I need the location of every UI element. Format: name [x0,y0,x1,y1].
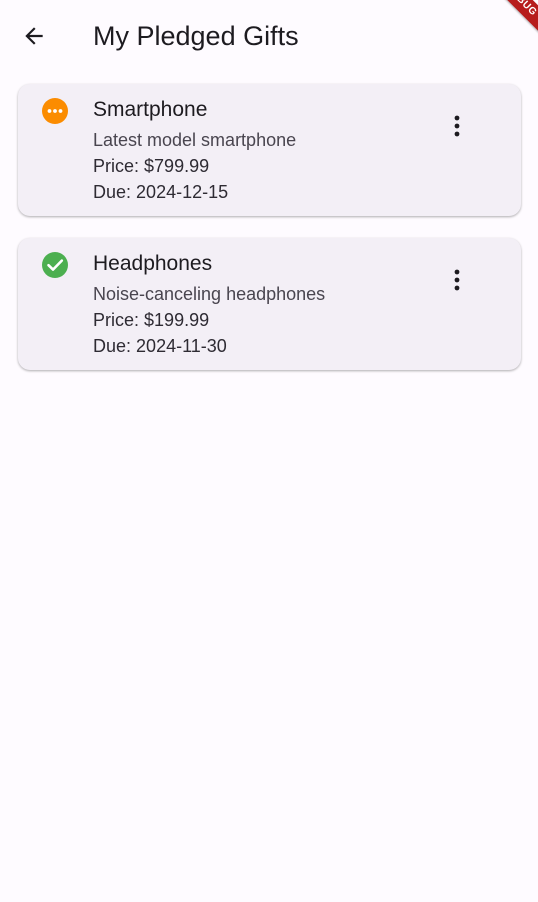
gift-due-value: 2024-11-30 [136,336,227,356]
page-title: My Pledged Gifts [93,21,299,51]
arrow-back-icon [25,27,43,45]
gift-name: Headphones [93,252,213,275]
gift-due-label: Due: [93,182,132,202]
pending-icon [42,98,68,124]
app-bar: My Pledged Gifts [0,0,538,72]
gift-description: Noise-canceling headphones [93,284,326,304]
gift-due-value: 2024-12-15 [136,182,229,202]
check-circle-icon [42,252,68,278]
back-button[interactable] [14,16,54,56]
pledged-gifts-list: Smartphone Latest model smartphone Price… [18,84,521,392]
gift-description: Latest model smartphone [93,130,297,150]
gift-menu-button[interactable] [437,266,477,294]
gift-price: Price: $799.99 [93,154,209,178]
gift-card-headphones[interactable]: Headphones Noise-canceling headphones Pr… [18,238,521,370]
gift-due-label: Due: [93,336,132,356]
gift-price-label: Price: [93,310,140,330]
gift-menu-button[interactable] [437,112,477,140]
more-vert-icon [454,269,460,291]
gift-price-label: Price: [93,156,140,176]
gift-name: Smartphone [93,98,208,121]
gift-due-date: Due: 2024-11-30 [93,334,227,358]
gift-price-value: $199.99 [144,310,210,330]
gift-due-date: Due: 2024-12-15 [93,180,228,204]
gift-price: Price: $199.99 [93,308,209,332]
gift-price-value: $799.99 [144,156,210,176]
gift-card-smartphone[interactable]: Smartphone Latest model smartphone Price… [18,84,521,216]
more-vert-icon [454,115,460,137]
